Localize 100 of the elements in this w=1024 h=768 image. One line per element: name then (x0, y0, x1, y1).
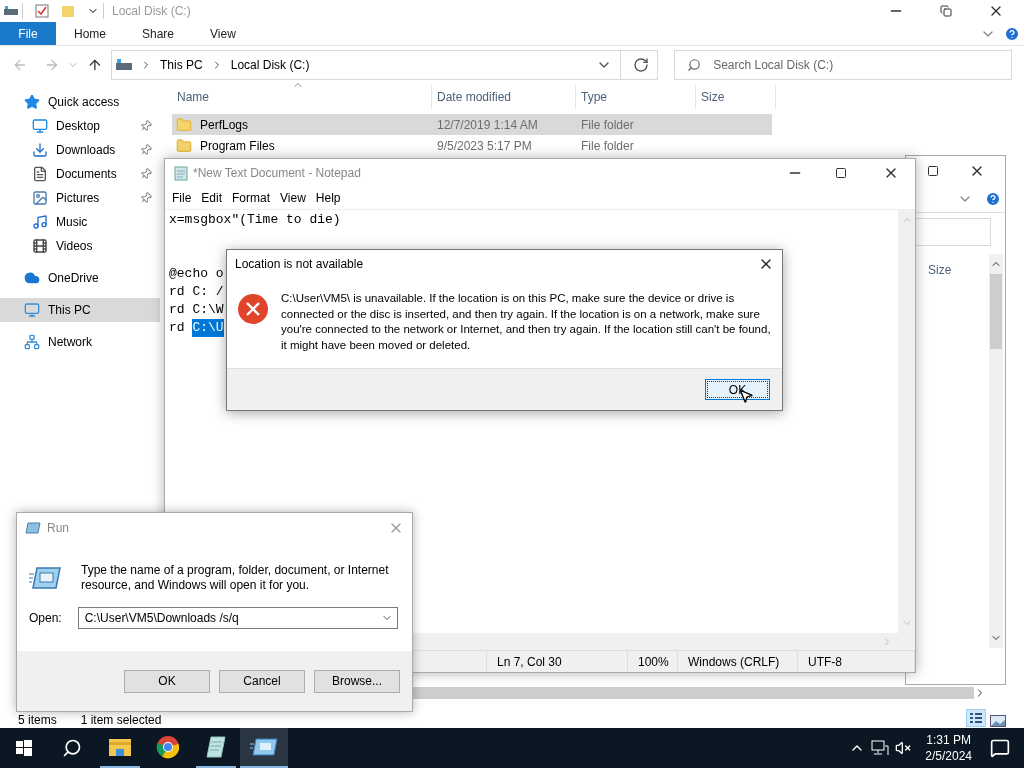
breadcrumb[interactable]: This PC (160, 56, 203, 74)
drive-icon (4, 6, 18, 16)
notepad-icon (205, 735, 227, 759)
refresh-icon[interactable] (633, 57, 650, 73)
file-type: File folder (580, 137, 635, 155)
run-icon (29, 566, 61, 590)
computer-icon (24, 302, 40, 318)
selected-text: C:\U (192, 319, 224, 337)
dialog-button[interactable]: Browse... (314, 669, 400, 693)
column-header[interactable]: Name (177, 88, 209, 106)
code-line: x=msgbox"(Time to die) (169, 211, 341, 229)
browser-icon (156, 735, 180, 759)
column-header[interactable]: Size (928, 263, 952, 277)
search-icon (62, 738, 82, 758)
breadcrumb[interactable]: Local Disk (C:) (230, 56, 310, 74)
maximize-icon[interactable] (835, 167, 847, 179)
file-row[interactable]: Program Files 9/5/2023 5:17 PM File folder (172, 135, 772, 156)
code-line: rd C:\W (169, 301, 224, 319)
ribbon-tab[interactable]: View (192, 22, 254, 45)
scroll-thumb[interactable] (990, 274, 1002, 349)
date-modified: 12/7/2019 1:14 AM (436, 116, 539, 134)
nav-item[interactable]: Pictures (0, 186, 160, 210)
nav-item[interactable]: Desktop (0, 114, 160, 138)
horizontal-scrollbar[interactable] (413, 687, 974, 699)
network-icon (24, 334, 40, 350)
volume-muted-icon[interactable] (895, 740, 912, 756)
dialog-title: Run (47, 520, 70, 537)
window-title: *New Text Document - Notepad (193, 165, 361, 182)
desktop-icon (32, 118, 48, 134)
help-icon[interactable] (985, 191, 1001, 207)
menu-item[interactable]: File (172, 189, 192, 207)
status-text: Windows (CRLF) (688, 653, 780, 671)
menu-item[interactable]: Edit (201, 189, 223, 207)
file-name: Program Files (200, 137, 275, 155)
code-line: @echo o (169, 265, 224, 283)
star-icon (24, 94, 40, 110)
code-line: rd (169, 319, 186, 337)
menu-item[interactable]: Format (232, 189, 271, 207)
properties-icon[interactable] (35, 4, 49, 18)
music-note-icon (32, 214, 48, 230)
download-icon (32, 142, 48, 158)
column-header[interactable]: Date modified (437, 88, 512, 106)
nav-item[interactable]: Documents (0, 162, 160, 186)
column-header[interactable]: Type (581, 88, 607, 106)
run-icon (25, 522, 41, 534)
ribbon-tab[interactable]: Home (56, 22, 124, 45)
command-combobox[interactable]: C:\User\VM5\Downloads /s/q (77, 607, 398, 629)
help-icon[interactable] (1004, 25, 1020, 42)
nav-item[interactable]: Videos (0, 234, 160, 258)
dialog-title: Location is not available (235, 256, 365, 273)
column-header[interactable]: Size (701, 88, 725, 106)
nav-item[interactable]: Downloads (0, 138, 160, 162)
thumbnail-view-icon[interactable] (990, 715, 1006, 727)
address-bar[interactable]: This PC Local Disk (C:) (111, 50, 659, 80)
nav-item[interactable]: Music (0, 210, 160, 234)
status-text: Ln 7, Col 30 (497, 653, 562, 671)
drive-icon (116, 59, 132, 71)
folder-icon (108, 737, 132, 757)
cloud-icon (24, 270, 40, 286)
nav-item[interactable]: Network (0, 330, 160, 354)
taskbar-app[interactable] (240, 728, 288, 768)
error-message: C:\User\VM5\ is unavailable. If the location is on this PC, make sure the device or drive is connected or the disc is inserted, and then try again. If the location is on a network, make sure you're connected to the network or Internet, and then try again. If the location still can't be found, it might have been moved or deleted. (281, 291, 772, 353)
notification-icon[interactable] (990, 738, 1010, 758)
picture-icon (32, 190, 48, 206)
code-line: rd C: / (169, 283, 224, 301)
status-text: 1 item selected (80, 714, 162, 727)
date-modified: 9/5/2023 5:17 PM (436, 137, 533, 155)
film-icon (32, 238, 48, 254)
open-label: Open: (29, 610, 62, 627)
menu-item[interactable]: Help (315, 189, 341, 207)
dialog-button[interactable]: Cancel (219, 669, 305, 693)
folder-icon (176, 116, 192, 133)
clock[interactable]: 1:31 PM 2/5/2024 (921, 732, 976, 764)
search-field[interactable]: Search Local Disk (C:) (674, 50, 1012, 80)
windows-logo-icon (16, 740, 32, 756)
error-icon (237, 293, 269, 325)
vertical-scrollbar[interactable] (989, 254, 1003, 648)
ribbon-tab[interactable]: File (0, 22, 56, 45)
nav-item[interactable]: Quick access (0, 90, 160, 114)
file-name: PerfLogs (200, 116, 249, 134)
folder-icon (176, 137, 192, 154)
maximize-icon[interactable] (927, 165, 939, 177)
restore-icon[interactable] (940, 5, 952, 17)
run-icon (250, 737, 278, 757)
ribbon-tab[interactable]: Share (124, 22, 193, 45)
menu-item[interactable]: View (280, 189, 306, 207)
status-text: UTF-8 (808, 653, 842, 671)
status-text: 100% (638, 653, 669, 671)
search-icon (687, 58, 702, 72)
window-title: Local Disk (C:) (112, 3, 191, 20)
network-icon[interactable] (871, 740, 890, 756)
dialog-button[interactable]: OK (124, 669, 210, 693)
file-type: File folder (580, 116, 635, 134)
details-view-button[interactable] (966, 709, 986, 727)
up-icon[interactable] (87, 57, 103, 73)
nav-item[interactable]: This PC (0, 298, 160, 322)
nav-item[interactable]: OneDrive (0, 266, 160, 290)
list-icon (970, 713, 982, 723)
file-row[interactable]: PerfLogs 12/7/2019 1:14 AM File folder (172, 114, 772, 135)
status-text: 5 items (18, 714, 57, 727)
